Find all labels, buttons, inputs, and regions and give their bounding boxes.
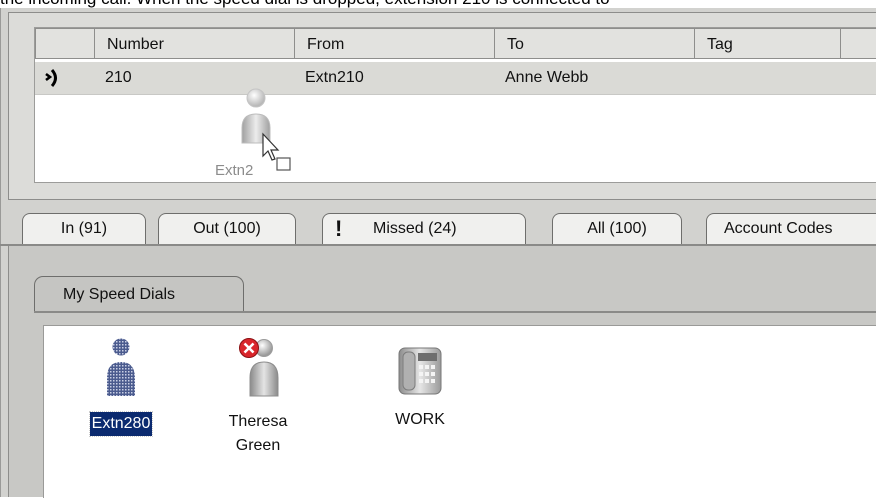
column-header-icon: [35, 28, 95, 59]
speed-dial-extn280[interactable]: Extn280: [71, 338, 171, 437]
tab-my-speed-dials[interactable]: My Speed Dials: [34, 276, 244, 312]
tab-out[interactable]: Out (100): [158, 213, 296, 245]
incoming-call-icon: [45, 69, 57, 87]
tab-all[interactable]: All (100): [552, 213, 682, 245]
table-row[interactable]: 210 Extn210 Anne Webb: [35, 62, 876, 95]
call-to: Anne Webb: [505, 69, 589, 86]
speed-dial-work[interactable]: WORK: [370, 338, 470, 432]
tab-missed-label: Missed (24): [373, 220, 457, 237]
tab-in[interactable]: In (91): [22, 213, 146, 245]
column-header-number[interactable]: Number: [94, 28, 295, 59]
speed-dial-theresa-green[interactable]: Theresa Green: [208, 338, 308, 458]
exclamation-icon: !: [335, 216, 343, 241]
table-header: Number From To Tag: [35, 28, 876, 61]
column-header-to[interactable]: To: [494, 28, 695, 59]
speed-dial-label-line1: Theresa: [228, 413, 288, 430]
tab-account-codes[interactable]: Account Codes: [706, 213, 876, 245]
speed-dial-tab-divider: [34, 311, 876, 313]
call-from: Extn210: [305, 69, 364, 86]
speed-dial-label: Extn280: [88, 411, 154, 437]
desk-phone-icon: [398, 347, 442, 395]
column-header-from[interactable]: From: [294, 28, 495, 59]
tab-missed[interactable]: ! Missed (24): [322, 213, 526, 245]
speed-dial-label: WORK: [395, 411, 445, 428]
speed-dial-label: Theresa Green: [229, 410, 288, 458]
column-header-extra: [840, 28, 876, 59]
user-busy-icon: [239, 338, 279, 397]
cursor-copy-icon: [262, 132, 291, 171]
speed-dial-label-line2: Green: [235, 437, 281, 454]
active-calls-panel: Number From To Tag 210 Extn210 Anne Webb: [8, 12, 876, 200]
active-calls-table: Number From To Tag 210 Extn210 Anne Webb: [34, 27, 876, 183]
call-number: 210: [105, 69, 132, 86]
drag-ghost: Extn2: [200, 88, 291, 179]
drag-label: Extn2: [215, 162, 254, 179]
column-header-tag[interactable]: Tag: [694, 28, 841, 59]
user-icon: [107, 338, 135, 396]
